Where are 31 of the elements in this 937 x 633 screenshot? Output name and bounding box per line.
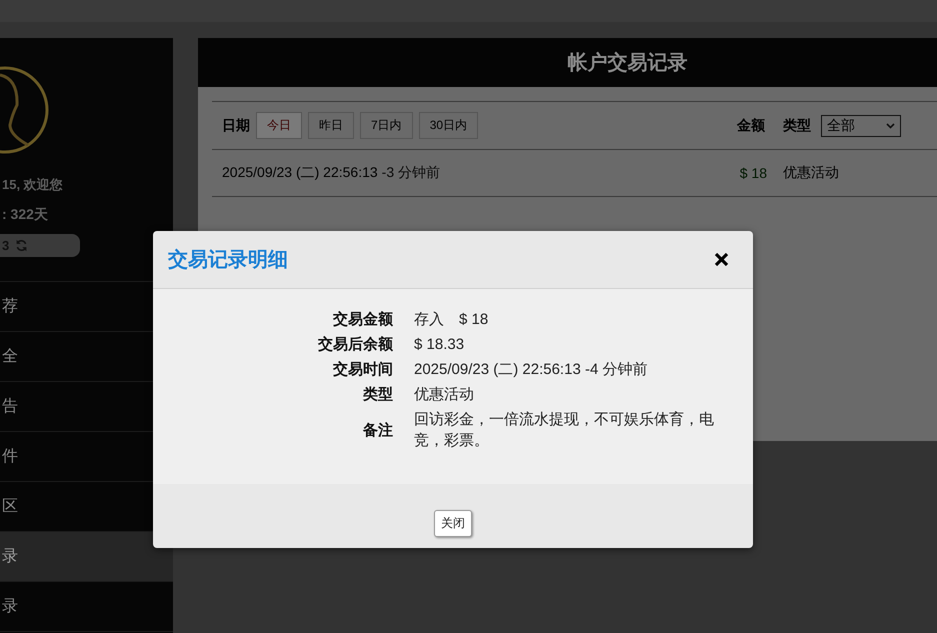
field-label: 类型 [362, 385, 393, 405]
page-title: 帐户交易记录 [198, 38, 937, 87]
close-button[interactable]: 关闭 [434, 510, 472, 536]
field-value: 优惠活动 [414, 385, 475, 405]
field-value: 2025/09/23 (二) 22:56:13 -4 分钟前 [414, 360, 648, 380]
close-icon[interactable] [714, 252, 729, 267]
type-select[interactable]: 全部 [821, 114, 901, 136]
field-value: $ 18.33 [414, 335, 466, 355]
date-label: 日期 [222, 116, 250, 134]
field-value: 存入 $ 18 [414, 310, 490, 330]
welcome-text: 15, 欢迎您 [1, 176, 63, 194]
time-ago: -3 分钟前 [382, 164, 440, 182]
type-label: 类型 [783, 116, 811, 134]
field-label: 交易后余额 [317, 335, 393, 355]
transaction-amount: $ 18 [740, 165, 767, 181]
modal-title: 交易记录明细 [168, 248, 288, 273]
transaction-type: 优惠活动 [783, 164, 839, 182]
date-range-button[interactable]: 30日内 [418, 112, 478, 139]
menu-item[interactable]: 录 [0, 582, 173, 632]
transaction-time: 2025/09/23 (二) 22:56:13 [222, 164, 378, 182]
field-label: 备注 [362, 420, 393, 440]
chevron-icon [886, 122, 895, 128]
field-label: 交易金额 [332, 310, 393, 330]
amount-header: 金额 [737, 116, 765, 134]
member-days: : 322天 [0, 206, 48, 224]
date-range-button[interactable]: 7日内 [360, 112, 413, 139]
date-range-button[interactable]: 昨日 [308, 112, 354, 139]
field-label: 交易时间 [332, 360, 393, 380]
date-range-button[interactable]: 今日 [256, 112, 302, 139]
field-value: 回访彩金，一倍流水提现，不可娱乐体育，电竞，彩票。 [414, 410, 715, 451]
menu-item[interactable]: 录 [0, 532, 173, 582]
